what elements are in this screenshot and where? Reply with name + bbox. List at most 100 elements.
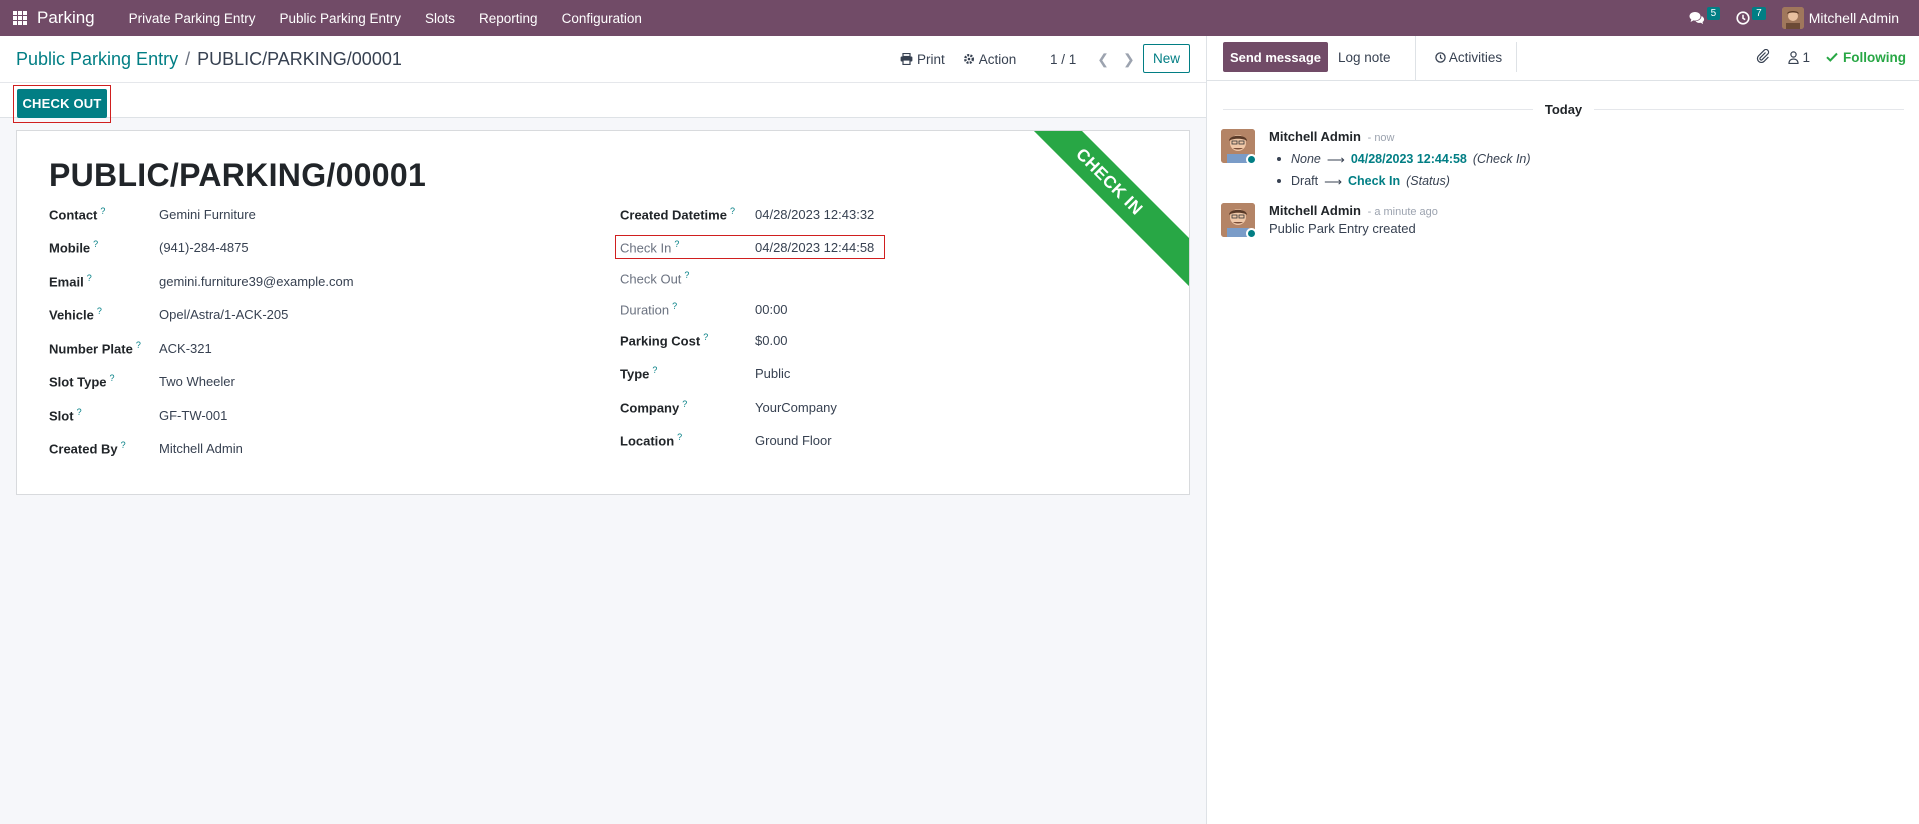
field-value[interactable]: Two Wheeler [159,374,235,389]
field-created-by: Created By? Mitchell Admin [49,438,549,458]
field-created-datetime: Created Datetime? 04/28/2023 12:43:32 [620,204,1020,224]
field-value[interactable]: 00:00 [755,302,788,317]
breadcrumb-current: PUBLIC/PARKING/00001 [197,48,402,69]
menu-slots[interactable]: Slots [413,11,467,26]
field-value[interactable]: ACK-321 [159,341,212,356]
pager-previous-icon[interactable]: ❮ [1097,51,1109,68]
date-separator: Today [1207,101,1919,117]
paperclip-icon[interactable] [1756,48,1770,66]
print-label: Print [917,51,945,67]
field-label: Number Plate? [49,339,141,357]
field-label: Company? [620,398,688,416]
clock-icon [1736,11,1750,25]
field-value[interactable]: Mitchell Admin [159,441,243,456]
menu-reporting[interactable]: Reporting [467,11,550,26]
following-button[interactable]: Following [1826,50,1906,65]
tracking-item: Draft ⟶ Check In (Status) [1269,170,1889,192]
action-button[interactable]: Action [963,52,1016,67]
field-slot-type: Slot Type? Two Wheeler [49,371,549,391]
field-company: Company? YourCompany [620,397,1020,417]
check-out-button[interactable]: CHECK OUT [17,89,107,118]
chatter-topbar: Send message Log note Activities 1 Follo… [1207,36,1919,81]
field-value[interactable]: Public [755,366,790,381]
online-status-icon [1246,154,1257,165]
tracking-field-name: (Check In) [1472,152,1531,166]
field-contact: Contact? Gemini Furniture [49,204,549,224]
chatter-right-actions: 1 Following [1756,42,1906,72]
menu-private-parking-entry[interactable]: Private Parking Entry [117,11,268,26]
chatter-panel: Send message Log note Activities 1 Follo… [1206,36,1919,824]
print-button[interactable]: Print [900,52,945,67]
pager: 1 / 1 ❮ ❯ [1050,36,1142,82]
field-label: Check Out? [620,269,690,287]
online-status-icon [1246,228,1257,239]
breadcrumb-separator: / [185,48,191,69]
field-value[interactable]: GF-TW-001 [159,408,227,423]
clock-icon [1435,51,1446,63]
chatter-message: Mitchell Admin - a minute ago Public Par… [1221,203,1901,243]
user-icon [1788,50,1800,64]
apps-grid-icon[interactable] [13,11,27,25]
tracking-old-value: Draft [1291,174,1319,188]
field-location: Location? Ground Floor [620,430,1020,450]
field-label: Duration? [620,300,678,318]
navbar-systray: 5 7 Mitchell Admin [1681,6,1907,29]
field-parking-cost: Parking Cost? $0.00 [620,330,1020,350]
pager-next-icon[interactable]: ❯ [1123,51,1135,68]
control-panel: Public Parking Entry / PUBLIC/PARKING/00… [0,36,1206,82]
following-label: Following [1843,49,1906,65]
today-label: Today [1544,101,1583,117]
activities-count-badge: 7 [1752,6,1766,20]
field-label: Created Datetime? [620,205,735,223]
field-label: Vehicle? [49,305,102,323]
field-label: Slot Type? [49,372,115,390]
field-check-out: Check Out? [620,268,1020,288]
field-slot: Slot? GF-TW-001 [49,405,549,425]
menu-configuration[interactable]: Configuration [550,11,654,26]
tracking-item: None ⟶ 04/28/2023 12:44:58 (Check In) [1269,148,1889,170]
form-sheet: PUBLIC/PARKING/00001 CHECK IN Contact? G… [16,130,1190,495]
cp-actions: Print Action [900,36,1034,82]
tracking-new-value: Check In [1348,174,1401,188]
message-author[interactable]: Mitchell Admin [1269,129,1361,144]
field-duration: Duration? 00:00 [620,299,1020,319]
message-date: - a minute ago [1367,206,1438,218]
field-label: Parking Cost? [620,331,709,349]
breadcrumb-parent-link[interactable]: Public Parking Entry [16,49,178,70]
field-label: Location? [620,431,683,449]
field-value[interactable]: Gemini Furniture [159,207,256,222]
activities-tab-button[interactable]: Activities [1421,42,1517,72]
pager-value[interactable]: 1 / 1 [1050,52,1076,67]
user-menu[interactable]: Mitchell Admin [1781,7,1899,29]
new-button[interactable]: New [1143,44,1190,73]
field-label: Slot? [49,406,82,424]
followers-button[interactable]: 1 [1788,50,1810,65]
gear-icon [963,54,974,64]
field-value[interactable]: (941)-284-4875 [159,240,249,255]
messaging-button[interactable]: 5 [1689,6,1721,25]
field-value[interactable]: Opel/Astra/1-ACK-205 [159,307,288,322]
field-value[interactable]: 04/28/2023 12:43:32 [755,207,874,222]
message-author[interactable]: Mitchell Admin [1269,203,1361,218]
log-note-button[interactable]: Log note [1338,42,1391,72]
field-mobile: Mobile? (941)-284-4875 [49,237,549,257]
field-label: Type? [620,364,658,382]
field-type: Type? Public [620,363,1020,383]
arrow-right-icon: ⟶ [1324,174,1343,189]
message-body: Mitchell Admin - a minute ago Public Par… [1269,203,1889,236]
field-value[interactable]: Ground Floor [755,433,832,448]
message-body: Mitchell Admin - now None ⟶ 04/28/2023 1… [1269,129,1889,192]
chatter-message: Mitchell Admin - now None ⟶ 04/28/2023 1… [1221,129,1901,199]
field-value[interactable]: $0.00 [755,333,788,348]
send-message-button[interactable]: Send message [1223,42,1328,72]
record-title: PUBLIC/PARKING/00001 [49,157,427,193]
breadcrumb: Public Parking Entry / PUBLIC/PARKING/00… [16,49,402,70]
messages-count-badge: 5 [1706,6,1721,20]
field-value[interactable]: YourCompany [755,400,837,415]
field-vehicle: Vehicle? Opel/Astra/1-ACK-205 [49,304,549,324]
app-brand[interactable]: Parking [37,8,95,28]
field-number-plate: Number Plate? ACK-321 [49,338,549,358]
menu-public-parking-entry[interactable]: Public Parking Entry [267,11,413,26]
field-value[interactable]: gemini.furniture39@example.com [159,274,354,289]
activities-button[interactable]: 7 [1736,6,1766,25]
